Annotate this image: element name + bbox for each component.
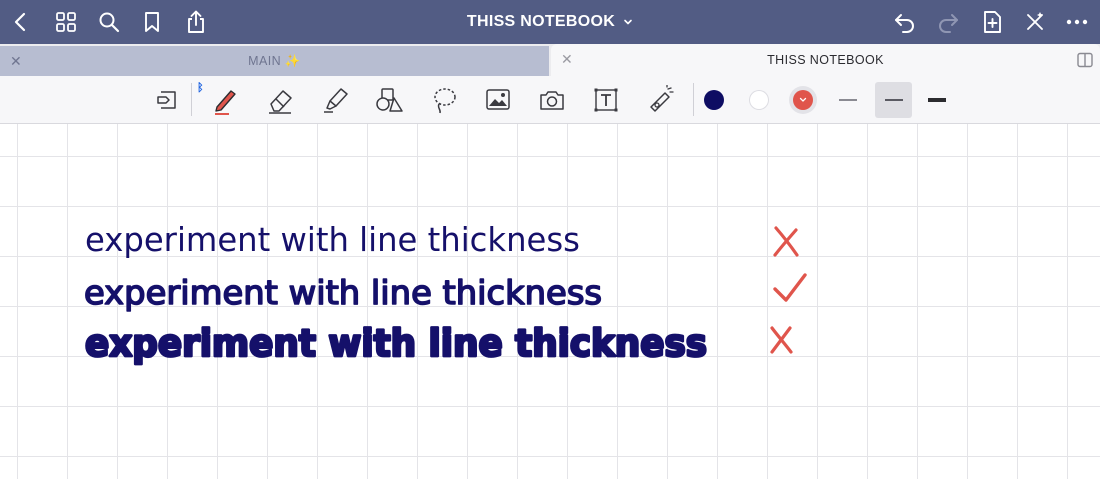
pen-tool-button[interactable] xyxy=(207,83,241,117)
search-icon xyxy=(99,12,120,33)
grid-view-button[interactable] xyxy=(53,9,79,35)
shapes-icon xyxy=(376,88,403,112)
handwritten-line-medium: experiment with line thickness xyxy=(84,273,602,312)
chevron-down-icon xyxy=(624,19,632,25)
tab-label: THISS NOTEBOOK xyxy=(767,53,884,67)
add-page-button[interactable] xyxy=(979,9,1005,35)
add-page-icon xyxy=(984,11,1001,33)
read-only-mode-button[interactable] xyxy=(150,83,184,117)
top-bar: THISS NOTEBOOK xyxy=(0,0,1100,44)
drawing-toolbar: ᛒ xyxy=(0,76,1100,124)
lasso-tool-button[interactable] xyxy=(427,83,461,117)
image-icon xyxy=(486,89,510,110)
highlighter-tool-button[interactable] xyxy=(318,83,352,117)
handwritten-line-thick: experiment with line thickness xyxy=(85,322,707,365)
read-only-icon xyxy=(157,91,176,109)
handwriting-layer: experiment with line thickness experimen… xyxy=(83,220,807,366)
undo-button[interactable] xyxy=(892,9,918,35)
redo-icon xyxy=(939,14,958,33)
toolbar-divider xyxy=(191,83,192,116)
undo-icon xyxy=(895,14,914,33)
grid-icon xyxy=(56,12,76,32)
highlighter-icon xyxy=(324,88,348,113)
tab-main[interactable]: ✕ MAIN ✨ xyxy=(0,46,549,76)
chevron-left-icon xyxy=(14,12,26,32)
close-toolbar-button[interactable] xyxy=(1022,9,1048,35)
eraser-icon xyxy=(269,90,292,114)
more-icon xyxy=(1066,19,1088,25)
notebook-title-menu[interactable]: THISS NOTEBOOK xyxy=(467,13,633,31)
chevron-down-icon xyxy=(799,97,807,102)
handwritten-line-thin: experiment with line thickness xyxy=(85,220,580,259)
pen-icon xyxy=(215,90,236,115)
cross-mark-2 xyxy=(770,326,793,354)
split-view-button[interactable] xyxy=(1077,52,1093,73)
color-swatch-navy[interactable] xyxy=(704,90,724,110)
search-button[interactable] xyxy=(96,9,122,35)
shapes-tool-button[interactable] xyxy=(372,83,406,117)
stroke-size-medium-selected[interactable] xyxy=(875,82,912,118)
camera-icon xyxy=(540,91,564,110)
text-icon xyxy=(594,88,618,112)
notebook-canvas[interactable]: experiment with line thickness experimen… xyxy=(0,124,1100,479)
color-swatch-white[interactable] xyxy=(749,90,769,110)
check-mark xyxy=(773,273,807,302)
close-toolbar-icon xyxy=(1027,12,1043,30)
laser-pointer-tool-button[interactable] xyxy=(643,83,677,117)
text-tool-button[interactable] xyxy=(589,83,623,117)
toolbar-divider xyxy=(693,83,694,116)
bookmark-button[interactable] xyxy=(139,9,165,35)
laser-pointer-icon xyxy=(650,85,674,112)
split-view-icon xyxy=(1077,52,1093,68)
share-icon xyxy=(188,10,204,33)
stroke-size-thick[interactable] xyxy=(922,88,952,112)
tab-label: MAIN ✨ xyxy=(248,53,301,68)
bluetooth-icon: ᛒ xyxy=(197,82,204,94)
image-tool-button[interactable] xyxy=(481,83,515,117)
cross-mark-1 xyxy=(773,226,799,257)
more-button[interactable] xyxy=(1064,9,1090,35)
color-swatch-red-selected[interactable] xyxy=(789,86,817,114)
back-button[interactable] xyxy=(8,9,34,35)
share-button[interactable] xyxy=(183,9,209,35)
lasso-icon xyxy=(434,88,456,114)
tab-bar: ✕ MAIN ✨ ✕ THISS NOTEBOOK xyxy=(0,44,1100,76)
stroke-size-thin[interactable] xyxy=(833,88,863,112)
page-title: THISS NOTEBOOK xyxy=(466,13,616,30)
eraser-tool-button[interactable] xyxy=(263,83,297,117)
camera-tool-button[interactable] xyxy=(535,83,569,117)
tab-thiss-notebook[interactable]: ✕ THISS NOTEBOOK xyxy=(551,44,1100,76)
redo-button[interactable] xyxy=(935,9,961,35)
bookmark-icon xyxy=(145,12,159,32)
